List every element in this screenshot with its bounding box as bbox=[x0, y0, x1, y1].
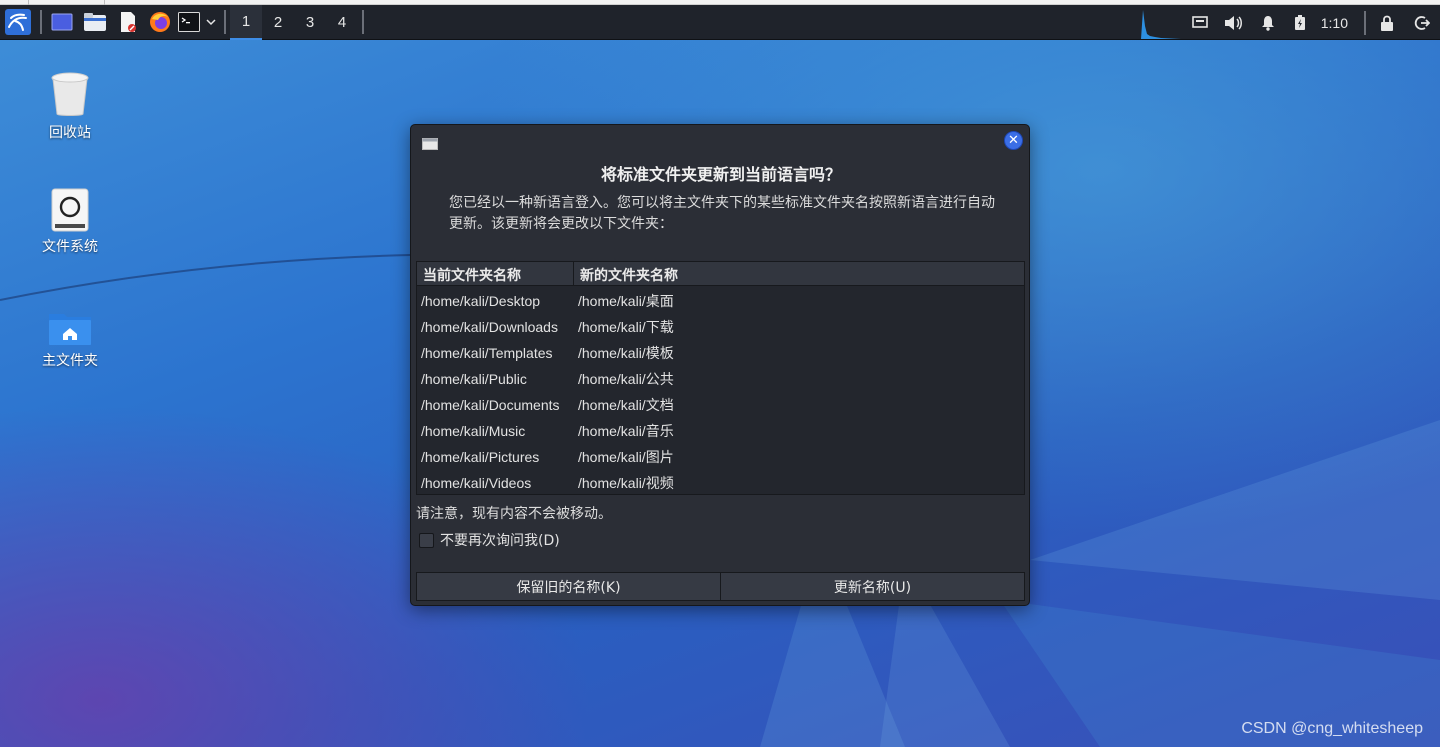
trash-icon bbox=[51, 72, 89, 116]
firefox-icon bbox=[150, 12, 170, 32]
show-desktop-button[interactable] bbox=[46, 5, 78, 40]
column-header-current[interactable]: 当前文件夹名称 bbox=[417, 262, 574, 285]
current-folder-cell: /home/kali/Public bbox=[421, 371, 527, 387]
new-folder-cell: /home/kali/图片 bbox=[578, 449, 674, 465]
logout-icon bbox=[1414, 15, 1430, 30]
top-panel: 1 2 3 4 1:10 bbox=[0, 4, 1440, 40]
new-folder-cell: /home/kali/模板 bbox=[578, 345, 674, 361]
panel-separator bbox=[362, 10, 364, 34]
desktop-icon-label: 文件系统 bbox=[42, 239, 98, 255]
window-icon bbox=[422, 138, 438, 150]
column-header-new[interactable]: 新的文件夹名称 bbox=[574, 262, 684, 285]
network-indicator[interactable] bbox=[1183, 5, 1217, 40]
new-folder-cell: /home/kali/文档 bbox=[578, 397, 674, 413]
current-folder-cell: /home/kali/Desktop bbox=[421, 293, 541, 309]
window-icon bbox=[422, 135, 438, 154]
table-row[interactable]: /home/kali/Pictures /home/kali/图片 bbox=[417, 444, 1024, 470]
current-folder-cell: /home/kali/Pictures bbox=[421, 449, 540, 465]
battery-indicator[interactable] bbox=[1285, 5, 1315, 40]
volume-indicator[interactable] bbox=[1217, 5, 1251, 40]
firefox-launcher[interactable] bbox=[144, 5, 176, 40]
table-row[interactable]: /home/kali/Desktop /home/kali/桌面 bbox=[417, 288, 1024, 314]
keep-old-names-button[interactable]: 保留旧的名称(K) bbox=[416, 572, 721, 601]
current-folder-cell: /home/kali/Music bbox=[421, 423, 526, 439]
watermark: CSDN @cng_whitesheep bbox=[1241, 720, 1423, 737]
text-editor-launcher[interactable] bbox=[112, 5, 144, 40]
cpu-graph-icon bbox=[1140, 10, 1181, 39]
close-button[interactable]: ✕ bbox=[1004, 131, 1023, 150]
system-tray: 1:10 bbox=[1139, 5, 1440, 40]
battery-charging-icon bbox=[1294, 14, 1305, 30]
panel-separator bbox=[40, 10, 42, 34]
dialog-button-row: 保留旧的名称(K) 更新名称(U) bbox=[416, 572, 1025, 601]
table-row[interactable]: /home/kali/Downloads /home/kali/下载 bbox=[417, 314, 1024, 340]
kali-dragon-icon bbox=[5, 9, 31, 35]
lock-screen-button[interactable] bbox=[1370, 5, 1404, 40]
folder-icon bbox=[84, 13, 106, 31]
volume-icon bbox=[1224, 15, 1242, 30]
home-folder-icon bbox=[49, 314, 91, 345]
folder-rename-table[interactable]: 当前文件夹名称 新的文件夹名称 /home/kali/Desktop /home… bbox=[416, 261, 1025, 495]
dialog-note: 请注意，现有内容不会被移动。 bbox=[416, 506, 612, 522]
panel-clock[interactable]: 1:10 bbox=[1321, 15, 1348, 31]
notifications-indicator[interactable] bbox=[1251, 5, 1285, 40]
new-folder-cell: /home/kali/公共 bbox=[578, 371, 674, 387]
update-folders-dialog: ✕ 将标准文件夹更新到当前语言吗？ 您已经以一种新语言登入。您可以将主文件夹下的… bbox=[410, 124, 1030, 606]
checkbox-box[interactable] bbox=[419, 532, 434, 548]
text-editor-icon bbox=[121, 12, 136, 32]
workspace-1[interactable]: 1 bbox=[230, 4, 262, 40]
desktop-icon-home-folder[interactable]: 主文件夹 bbox=[20, 290, 120, 370]
dont-ask-again-checkbox[interactable]: 不要再次询问我(D) bbox=[419, 530, 560, 550]
desktop-icon-label: 主文件夹 bbox=[42, 353, 98, 369]
checkbox-label: 不要再次询问我(D) bbox=[440, 533, 560, 549]
close-icon: ✕ bbox=[1008, 133, 1019, 148]
workspace-4[interactable]: 4 bbox=[326, 5, 358, 40]
logout-button[interactable] bbox=[1404, 5, 1440, 40]
current-folder-cell: /home/kali/Downloads bbox=[421, 319, 558, 335]
network-icon bbox=[1191, 15, 1208, 28]
filesystem-drive-icon bbox=[51, 188, 89, 232]
terminal-launcher[interactable] bbox=[176, 5, 202, 40]
cpu-graph[interactable] bbox=[1139, 5, 1183, 40]
bell-icon bbox=[1261, 15, 1274, 31]
new-folder-cell: /home/kali/下载 bbox=[578, 319, 674, 335]
workspace-2[interactable]: 2 bbox=[262, 5, 294, 40]
desktop-icon-trash[interactable]: 回收站 bbox=[20, 62, 120, 142]
desktop-icon bbox=[51, 13, 73, 31]
file-manager-launcher[interactable] bbox=[78, 5, 112, 40]
new-folder-cell: /home/kali/视频 bbox=[578, 475, 674, 491]
current-folder-cell: /home/kali/Videos bbox=[421, 475, 532, 491]
panel-separator bbox=[1364, 10, 1366, 35]
kali-menu-button[interactable] bbox=[0, 5, 36, 40]
panel-separator bbox=[224, 10, 226, 34]
workspace-3[interactable]: 3 bbox=[294, 5, 326, 40]
table-row[interactable]: /home/kali/Documents /home/kali/文档 bbox=[417, 392, 1024, 418]
terminal-launcher-dropdown[interactable] bbox=[202, 5, 220, 40]
current-folder-cell: /home/kali/Documents bbox=[421, 397, 560, 413]
table-body: /home/kali/Desktop /home/kali/桌面 /home/k… bbox=[417, 286, 1024, 496]
desktop-icon-filesystem[interactable]: 文件系统 bbox=[20, 176, 120, 256]
new-folder-cell: /home/kali/桌面 bbox=[578, 293, 674, 309]
dialog-description: 您已经以一种新语言登入。您可以将主文件夹下的某些标准文件夹名按照新语言进行自动更… bbox=[449, 195, 995, 232]
lock-icon bbox=[1381, 15, 1393, 31]
current-folder-cell: /home/kali/Templates bbox=[421, 345, 553, 361]
terminal-icon bbox=[178, 12, 200, 32]
table-row[interactable]: /home/kali/Public /home/kali/公共 bbox=[417, 366, 1024, 392]
new-folder-cell: /home/kali/音乐 bbox=[578, 423, 674, 439]
table-row[interactable]: /home/kali/Music /home/kali/音乐 bbox=[417, 418, 1024, 444]
chevron-down-icon bbox=[206, 19, 216, 26]
table-row[interactable]: /home/kali/Templates /home/kali/模板 bbox=[417, 340, 1024, 366]
table-header: 当前文件夹名称 新的文件夹名称 bbox=[417, 262, 1024, 286]
update-names-button[interactable]: 更新名称(U) bbox=[721, 572, 1025, 601]
table-row[interactable]: /home/kali/Videos /home/kali/视频 bbox=[417, 470, 1024, 496]
desktop-icon-label: 回收站 bbox=[49, 125, 91, 141]
dialog-title: 将标准文件夹更新到当前语言吗？ bbox=[600, 165, 841, 184]
